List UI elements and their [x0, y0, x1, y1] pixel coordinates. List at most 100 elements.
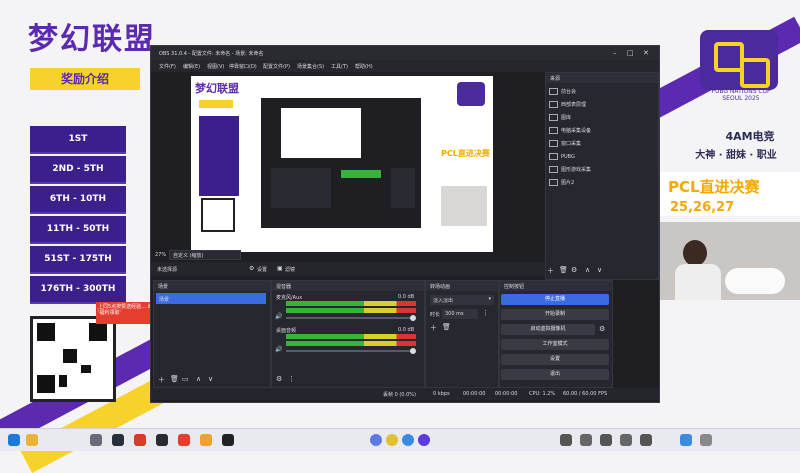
banner-line2: 25,26,27	[670, 200, 735, 215]
zoom-select[interactable]: 自定义 (缩放)	[169, 250, 241, 260]
volume-knob[interactable]	[410, 315, 416, 321]
add-transition-icon[interactable]: ＋	[430, 323, 437, 333]
menu-file[interactable]: 文件(F)	[159, 63, 176, 70]
source-item[interactable]: 前台会	[549, 86, 607, 98]
source-item[interactable]: 西部表层理	[549, 99, 607, 111]
preview-canvas[interactable]: 梦幻联盟 PCL直进决赛	[191, 76, 493, 252]
app-icon[interactable]	[222, 434, 234, 446]
filters-button[interactable]: 滤镜	[285, 266, 295, 273]
virtual-camera-button[interactable]: 启动虚拟摄像机	[501, 324, 595, 335]
volume-knob[interactable]	[410, 348, 416, 354]
folder-icon[interactable]	[26, 434, 38, 446]
transitions-dock: 转场动画 淡入淡出 ▾ 时长 300 ms ⋮ ＋ 🗑	[425, 280, 499, 388]
move-up-icon[interactable]: ∧	[585, 266, 590, 274]
volume-icon[interactable]	[700, 434, 712, 446]
steam-icon[interactable]	[112, 434, 124, 446]
source-item[interactable]: PUBG	[549, 151, 607, 163]
app-icon[interactable]	[402, 434, 414, 446]
start-recording-button[interactable]: 开始录制	[501, 309, 609, 320]
title-bar: OBS 31.0.4 - 配置文件: 未命名 - 场景: 未命名 – □ ✕	[151, 46, 659, 60]
app-icon[interactable]	[386, 434, 398, 446]
menu-docks[interactable]: 停靠窗口(D)	[229, 63, 257, 70]
remove-source-icon[interactable]: 🗑	[559, 266, 568, 274]
source-item[interactable]: 电脑采集设备	[549, 125, 607, 137]
source-item[interactable]: 窗口采集	[549, 138, 607, 150]
properties-button[interactable]: 设置	[257, 266, 267, 273]
status-fps: 60.00 / 60.00 FPS	[563, 391, 608, 397]
minimize-icon[interactable]: –	[613, 49, 617, 57]
app-icon[interactable]	[418, 434, 430, 446]
tray-icon[interactable]	[620, 434, 632, 446]
mixer-menu-icon[interactable]: ⋮	[288, 375, 295, 383]
rank-item: 51ST - 175TH	[30, 246, 126, 274]
menu-help[interactable]: 帮助(H)	[355, 63, 373, 70]
network-icon[interactable]	[680, 434, 692, 446]
preview-rank-list	[199, 116, 239, 196]
tray-icon[interactable]	[560, 434, 572, 446]
menu-profile[interactable]: 配置文件(P)	[263, 63, 290, 70]
stream-subtitle: 奖励介绍	[30, 68, 140, 90]
globe-icon[interactable]	[370, 434, 382, 446]
status-dropped: 丢帧 0 (0.0%)	[383, 392, 416, 398]
tray-icon[interactable]	[580, 434, 592, 446]
tray-icon[interactable]	[640, 434, 652, 446]
qr-code	[30, 316, 116, 402]
duration-input[interactable]: 300 ms	[442, 309, 478, 319]
add-source-icon[interactable]: ＋	[547, 266, 554, 276]
tray-icon[interactable]	[600, 434, 612, 446]
remove-scene-icon[interactable]: 🗑	[170, 375, 179, 383]
obs-icon[interactable]	[156, 434, 168, 446]
settings-button[interactable]: 设置	[501, 354, 609, 365]
maximize-icon[interactable]: □	[627, 49, 634, 57]
move-down-icon[interactable]: ∨	[208, 375, 213, 383]
remove-transition-icon[interactable]: 🗑	[442, 323, 451, 331]
app-icon[interactable]	[134, 434, 146, 446]
move-up-icon[interactable]: ∧	[196, 375, 201, 383]
speaker-icon[interactable]: 🔊	[275, 346, 282, 353]
menu-edit[interactable]: 编辑(E)	[183, 63, 200, 70]
app-icon[interactable]	[90, 434, 102, 446]
source-item[interactable]: 图片2	[549, 177, 607, 189]
volume-slider[interactable]	[286, 317, 414, 319]
mixer-channel-db: 0.0 dB	[398, 294, 415, 300]
add-scene-icon[interactable]: ＋	[158, 375, 165, 385]
transition-select[interactable]: 淡入淡出 ▾	[430, 295, 494, 305]
source-item[interactable]: 图形游戏采集	[549, 164, 607, 176]
app-icon[interactable]	[200, 434, 212, 446]
scene-item[interactable]: 场景	[156, 293, 266, 304]
stop-streaming-button[interactable]: 停止直播	[501, 294, 609, 305]
scene-settings-icon[interactable]: ▭	[182, 375, 189, 383]
filter-icon[interactable]: ▣	[277, 265, 283, 272]
source-settings-icon[interactable]: ⚙	[571, 266, 577, 274]
preview-pcl-logo	[457, 82, 485, 106]
mixer-dock: 混音器 麦克风/Aux 0.0 dB 🔊 桌面音频 0.0 dB 🔊 ⚙ ⋮	[271, 280, 425, 388]
status-time: 00:00:00	[463, 391, 486, 397]
menu-scene-collection[interactable]: 场景集合(S)	[297, 63, 324, 70]
speaker-icon[interactable]: 🔊	[275, 313, 282, 320]
exit-button[interactable]: 退出	[501, 369, 609, 380]
studio-mode-button[interactable]: 工作室模式	[501, 339, 609, 350]
menu-tools[interactable]: 工具(T)	[331, 63, 348, 70]
close-icon[interactable]: ✕	[643, 49, 649, 57]
move-down-icon[interactable]: ∨	[597, 266, 602, 274]
source-item[interactable]: 图库	[549, 112, 607, 124]
rank-item: 176TH - 300TH	[30, 276, 126, 304]
mixer-settings-icon[interactable]: ⚙	[276, 375, 282, 383]
app-icon[interactable]	[178, 434, 190, 446]
pcl-logo	[700, 30, 778, 90]
start-icon[interactable]	[8, 434, 20, 446]
gear-icon[interactable]: ⚙	[249, 265, 254, 272]
audio-meter	[286, 308, 416, 313]
audio-meter	[286, 341, 416, 346]
status-bitrate: 0 kbps	[433, 391, 450, 397]
volume-slider[interactable]	[286, 350, 414, 352]
webcam-feed	[655, 222, 800, 300]
virtual-camera-gear-icon[interactable]: ⚙	[599, 325, 605, 333]
menu-view[interactable]: 视图(V)	[207, 63, 224, 70]
transition-menu-icon[interactable]: ⋮	[482, 309, 489, 317]
preview-webcam	[441, 186, 487, 226]
preview-title: 梦幻联盟	[195, 82, 239, 95]
chevron-down-icon: ▾	[488, 296, 491, 302]
scenes-dock: 场景 场景 ＋ 🗑 ▭ ∧ ∨	[153, 280, 271, 388]
sources-title: 来源	[550, 76, 561, 82]
